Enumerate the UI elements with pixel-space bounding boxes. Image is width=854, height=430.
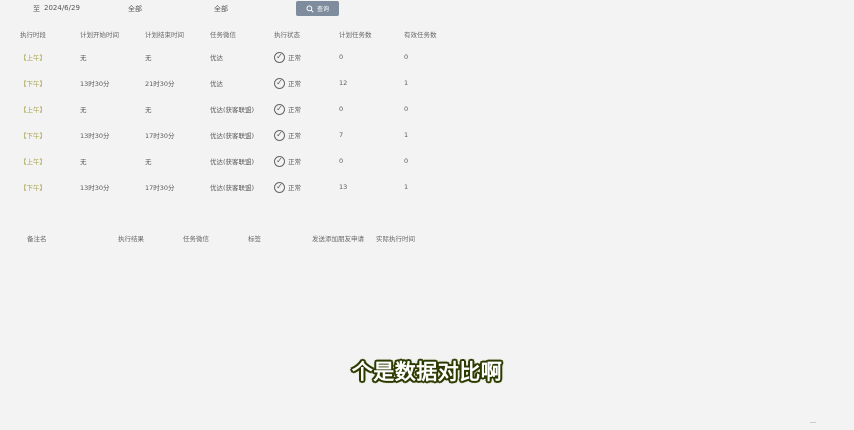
plan-end-cell: 无 [145,158,152,166]
table-row[interactable]: 【上午】无无优达(获客联盟) ✓ 正常 0 0 [20,148,450,174]
check-circle-icon: ✓ [274,103,285,115]
table-row[interactable]: 【上午】无无优达(获客联盟) ✓ 正常 0 0 [20,96,450,122]
period-cell: 【下午】 [20,132,46,140]
plan-end-cell: 21时30分 [145,80,175,88]
status-cell: ✓ 正常 [274,96,339,122]
status-indicator: ✓ 正常 [274,51,339,63]
task-wechat-cell: 优达(获客联盟) [210,106,255,114]
plan-end-cell: 17时30分 [145,184,175,192]
date-end-field[interactable]: 2024/6/29 [44,4,80,12]
col-plan-start: 计划开始时间 [80,31,119,39]
status-label: 正常 [288,158,301,166]
search-icon [306,4,314,13]
status-cell: ✓ 正常 [274,148,339,174]
plan-end-cell: 17时30分 [145,132,175,140]
col-friend-request: 发送添加朋友申请 [312,235,364,243]
status-label: 正常 [288,54,301,62]
table-row[interactable]: 【下午】 13时30分 17时30分 优达(获客联盟) ✓ 正常 7 1 [20,122,450,148]
table-row[interactable]: 【上午】无无优达 ✓ 正常 0 0 [20,44,450,70]
planned-count-cell: 0 [339,53,344,61]
status-cell: ✓ 正常 [274,70,339,96]
detail-table: 备注名 执行结果 任务微信 标签 发送添加朋友申请 实际执行时间 [27,229,427,247]
col-plan-end: 计划结束时间 [145,31,184,39]
check-circle-icon: ✓ [274,51,285,63]
divider [810,422,816,423]
col-tag: 标签 [248,235,261,243]
detail-table-header: 备注名 执行结果 任务微信 标签 发送添加朋友申请 实际执行时间 [27,229,427,247]
table-row[interactable]: 【下午】 13时30分 17时30分 优达(获客联盟) ✓ 正常 13 1 [20,174,450,200]
status-label: 正常 [288,106,301,114]
date-prefix: 至 [33,5,40,13]
task-table-header: 执行时段 计划开始时间 计划结束时间 任务微信 执行状态 计划任务数 有效任务数 [20,24,450,44]
col-task-wechat: 任务微信 [183,235,209,243]
plan-start-cell: 无 [80,54,87,62]
valid-count-cell: 1 [404,79,409,87]
period-cell: 【下午】 [20,184,46,192]
status-indicator: ✓ 正常 [274,181,339,193]
status-label: 正常 [288,80,301,88]
video-subtitle: 个是数据对比啊 [351,360,503,384]
col-planned-count: 计划任务数 [339,31,372,39]
task-wechat-cell: 优达(获客联盟) [210,158,255,166]
task-wechat-cell: 优达 [210,54,223,62]
valid-count-cell: 0 [404,105,409,113]
task-wechat-cell: 优达(获客联盟) [210,184,255,192]
period-cell: 【上午】 [20,106,46,114]
col-actual-time: 实际执行时间 [376,235,415,243]
planned-count-cell: 12 [339,79,348,87]
task-wechat-cell: 优达 [210,80,223,88]
table-row[interactable]: 【下午】 13时30分 21时30分 优达 ✓ 正常 12 1 [20,70,450,96]
plan-start-cell: 无 [80,158,87,166]
filter-bar: 至 2024/6/29 全部 全部 查询 [0,0,854,18]
status-cell: ✓ 正常 [274,174,339,200]
status-cell: ✓ 正常 [274,122,339,148]
filter-select-1[interactable]: 全部 [128,4,142,14]
status-indicator: ✓ 正常 [274,129,339,141]
plan-start-cell: 13时30分 [80,80,110,88]
valid-count-cell: 0 [404,53,409,61]
plan-start-cell: 13时30分 [80,132,110,140]
plan-start-cell: 无 [80,106,87,114]
status-indicator: ✓ 正常 [274,77,339,89]
plan-start-cell: 13时30分 [80,184,110,192]
planned-count-cell: 0 [339,157,344,165]
period-cell: 【上午】 [20,158,46,166]
period-cell: 【上午】 [20,54,46,62]
period-cell: 【下午】 [20,80,46,88]
task-table: 执行时段 计划开始时间 计划结束时间 任务微信 执行状态 计划任务数 有效任务数… [20,24,450,200]
check-circle-icon: ✓ [274,129,285,141]
planned-count-cell: 7 [339,131,344,139]
col-task-wechat: 任务微信 [210,31,236,39]
status-label: 正常 [288,132,301,140]
check-circle-icon: ✓ [274,77,285,89]
planned-count-cell: 13 [339,183,348,191]
valid-count-cell: 1 [404,131,409,139]
status-cell: ✓ 正常 [274,44,339,70]
planned-count-cell: 0 [339,105,344,113]
status-indicator: ✓ 正常 [274,103,339,115]
valid-count-cell: 1 [404,183,409,191]
col-status: 执行状态 [274,31,300,39]
status-indicator: ✓ 正常 [274,155,339,167]
query-label: 查询 [316,6,329,13]
col-remark-name: 备注名 [27,235,47,243]
check-circle-icon: ✓ [274,181,285,193]
valid-count-cell: 0 [404,157,409,165]
plan-end-cell: 无 [145,106,152,114]
task-wechat-cell: 优达(获客联盟) [210,132,255,140]
check-circle-icon: ✓ [274,155,285,167]
query-button[interactable]: 查询 [296,1,339,16]
col-exec-result: 执行结果 [118,235,144,243]
plan-end-cell: 无 [145,54,152,62]
filter-select-2[interactable]: 全部 [214,4,228,14]
col-valid-count: 有效任务数 [404,31,437,39]
status-label: 正常 [288,184,301,192]
col-period: 执行时段 [20,31,46,39]
